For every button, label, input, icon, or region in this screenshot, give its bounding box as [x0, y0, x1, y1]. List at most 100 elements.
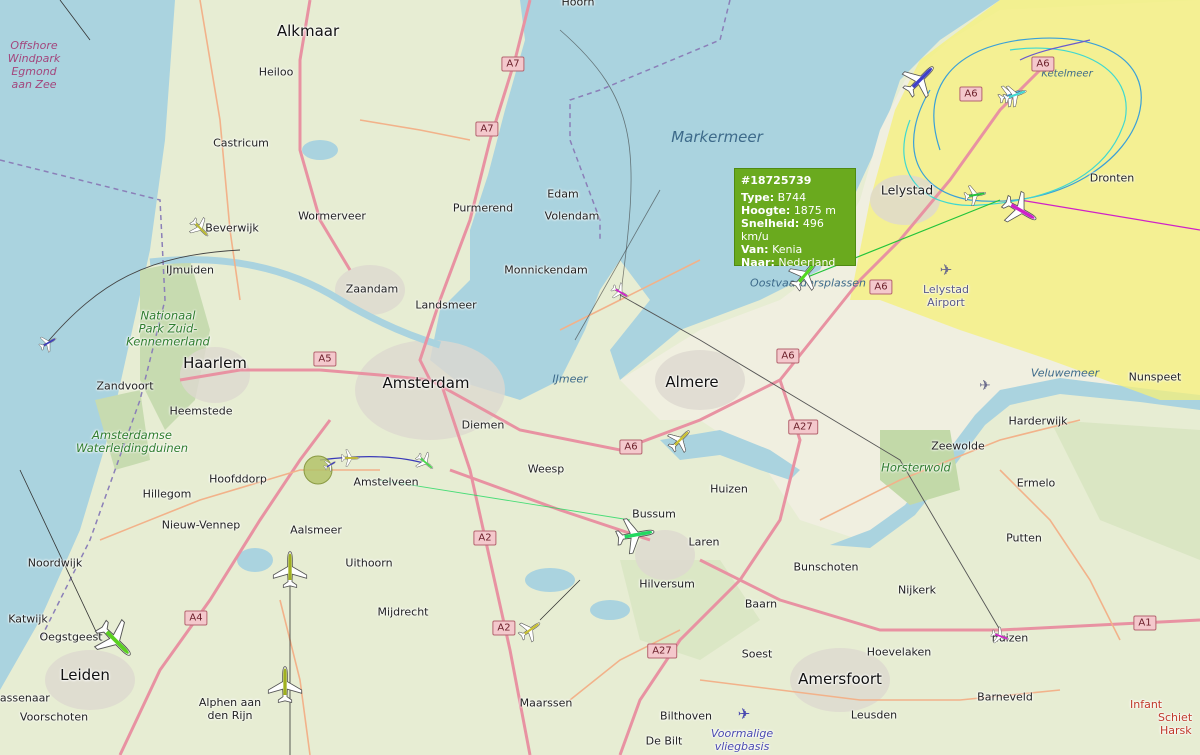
road-shield: A5: [313, 351, 337, 367]
partial-label-3: Harsk: [1160, 724, 1192, 737]
place-uithoorn: Uithoorn: [345, 556, 393, 570]
place-ijmuiden: IJmuiden: [166, 263, 214, 277]
place-almere: Almere: [665, 373, 719, 391]
place-de-bilt: De Bilt: [645, 734, 683, 748]
water-veluwemeer: Veluwemeer: [1030, 366, 1100, 380]
popup-from-label: Van:: [741, 243, 769, 256]
popup-type-label: Type:: [741, 191, 775, 204]
place-nunspeet: Nunspeet: [1128, 370, 1182, 384]
popup-from-value: Kenia: [772, 243, 803, 256]
windpark-label: Offshore Windpark Egmond aan Zee: [7, 39, 61, 91]
place-lelystad: Lelystad: [880, 182, 934, 198]
airport-soesterberg-icon: ✈: [737, 705, 751, 723]
vinkeveen-lake: [525, 568, 575, 592]
partial-label-2: Schiet: [1158, 711, 1193, 724]
place-hilversum: Hilversum: [639, 577, 695, 591]
popup-type-value: B744: [777, 191, 807, 204]
popup-alt-value: 1875 m: [793, 204, 837, 217]
airplane-icon[interactable]: [611, 511, 660, 560]
road-shield: A4: [184, 610, 208, 626]
road-shield: A6: [776, 348, 800, 364]
place-amsterdam: Amsterdam: [382, 374, 470, 392]
airplane-icon[interactable]: [340, 448, 360, 468]
place-voorschoten: Voorschoten: [19, 710, 89, 724]
park-kennemerland: Nationaal Park Zuid- Kennemerland: [126, 308, 210, 349]
park-waterleiding: Amsterdamse Waterleidingduinen: [75, 428, 189, 455]
place-purmerend: Purmerend: [452, 201, 514, 215]
road-shield: A7: [475, 121, 499, 137]
place-huizen: Huizen: [710, 482, 748, 496]
place-amersfoort: Amersfoort: [798, 670, 882, 688]
place-hoofddorp: Hoofddorp: [209, 472, 267, 486]
place-heemstede: Heemstede: [169, 404, 233, 418]
place-katwijk: Katwijk: [8, 612, 48, 626]
road-shield: A1: [1133, 615, 1157, 631]
water-boundary: [569, 0, 731, 240]
loosdrecht-lake: [590, 600, 630, 620]
map-view[interactable]: Alkmaar Heiloo Castricum Beverwijk IJmui…: [0, 0, 1200, 755]
place-amstelveen: Amstelveen: [353, 475, 419, 489]
place-castricum: Castricum: [213, 136, 269, 150]
airport-lelystad-icon: ✈: [939, 261, 953, 279]
place-zeewolde: Zeewolde: [931, 439, 985, 453]
place-noordwijk: Noordwijk: [27, 556, 83, 570]
place-baarn: Baarn: [744, 597, 778, 611]
place-dronten: Dronten: [1089, 171, 1135, 185]
road-shield: A27: [788, 419, 818, 435]
water-markermeer: Markermeer: [671, 128, 763, 146]
place-bunschoten: Bunschoten: [793, 560, 859, 574]
popup-row-speed: Snelheid: 496 km/u: [741, 217, 849, 243]
place-monnickendam: Monnickendam: [504, 263, 588, 277]
place-leiden: Leiden: [60, 666, 110, 684]
place-volendam: Volendam: [544, 209, 600, 223]
popup-to-label: Naar:: [741, 256, 775, 269]
airplane-icon[interactable]: [270, 550, 310, 590]
popup-row-altitude: Hoogte: 1875 m: [741, 204, 849, 217]
park-horsterwold: Horsterwold: [881, 460, 951, 475]
aircraft-info-popup: #18725739 Type: B744 Hoogte: 1875 m Snel…: [734, 168, 856, 269]
road-shield: A27: [647, 643, 677, 659]
place-hoevelaken: Hoevelaken: [866, 645, 932, 659]
place-edam: Edam: [547, 187, 579, 201]
place-wormerveer: Wormerveer: [298, 209, 366, 223]
popup-alt-label: Hoogte:: [741, 204, 791, 217]
place-weesp: Weesp: [527, 462, 565, 476]
road-shield: A2: [473, 530, 497, 546]
airplane-icon[interactable]: [265, 665, 305, 705]
place-hoorn: Hoorn: [561, 0, 595, 9]
airplane-icon[interactable]: [961, 181, 989, 209]
road-shield: A6: [959, 86, 983, 102]
place-aalsmeer: Aalsmeer: [290, 523, 342, 537]
road-shield: A6: [869, 279, 893, 295]
popup-row-to: Naar: Nederland: [741, 256, 849, 269]
place-sassenaar: sassenaar: [0, 691, 50, 705]
place-maarssen: Maarssen: [519, 696, 573, 710]
place-hillegom: Hillegom: [142, 487, 192, 501]
place-zaandam: Zaandam: [345, 282, 399, 296]
road-shield: A7: [501, 56, 525, 72]
place-mijdrecht: Mijdrecht: [377, 605, 429, 619]
place-bilthoven: Bilthoven: [660, 709, 712, 723]
place-laren: Laren: [688, 535, 720, 549]
place-landsmeer: Landsmeer: [415, 298, 477, 312]
place-heiloo: Heiloo: [258, 65, 294, 79]
place-leusden: Leusden: [850, 708, 898, 722]
place-ermelo: Ermelo: [1016, 476, 1056, 490]
place-haarlem: Haarlem: [183, 354, 247, 372]
place-barneveld: Barneveld: [977, 690, 1033, 704]
popup-speed-label: Snelheid:: [741, 217, 800, 230]
popup-row-type: Type: B744: [741, 191, 849, 204]
airport-lelystad-label: Lelystad Airport: [922, 283, 970, 309]
place-diemen: Diemen: [461, 418, 505, 432]
airport-soesterberg-label: Voormalige vliegbasis: [710, 727, 774, 753]
road-shield: A6: [1031, 56, 1055, 72]
place-nijkerk: Nijkerk: [898, 583, 936, 597]
popup-row-from: Van: Kenia: [741, 243, 849, 256]
road-shield: A6: [619, 439, 643, 455]
place-nieuw-vennep: Nieuw-Vennep: [161, 518, 241, 532]
place-harderwijk: Harderwijk: [1008, 414, 1068, 428]
place-soest: Soest: [741, 647, 773, 661]
place-zandvoort: Zandvoort: [96, 379, 154, 393]
airfield-icon: ✈: [979, 378, 991, 394]
place-alphen: Alphen aan den Rijn: [198, 696, 262, 722]
